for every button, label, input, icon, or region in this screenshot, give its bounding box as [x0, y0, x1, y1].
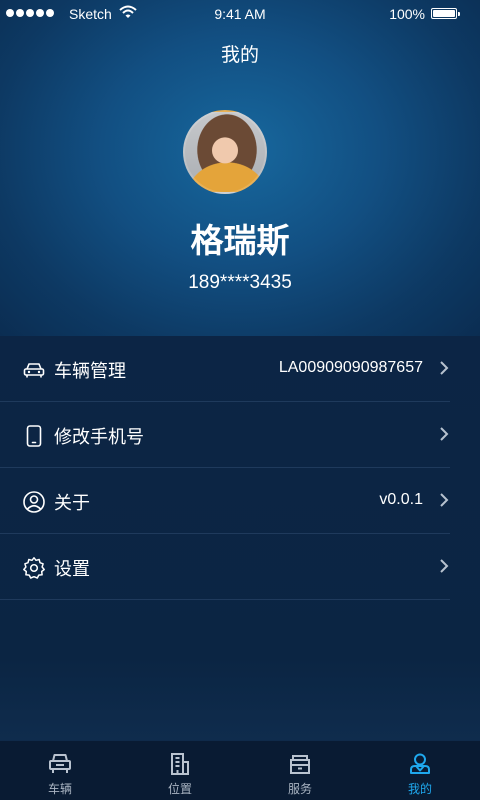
chevron-right-icon: [440, 559, 449, 573]
battery-icon: [431, 8, 460, 19]
user-name: 格瑞斯: [190, 221, 290, 260]
service-icon: [290, 755, 310, 774]
page-title: 我的: [220, 44, 259, 66]
tab-label: 服务: [287, 782, 312, 796]
user-circle-icon: [23, 491, 45, 513]
menu-item-label: 车辆管理: [54, 361, 126, 382]
avatar[interactable]: [183, 110, 267, 194]
tab-location[interactable]: 位置: [120, 741, 240, 800]
menu-item-label: 设置: [54, 559, 90, 580]
menu-item-settings[interactable]: 设置: [0, 534, 450, 600]
vehicle-vin-value: LA00909090987657: [278, 359, 423, 376]
tab-vehicle[interactable]: 车辆: [0, 741, 120, 800]
settings-menu: 车辆管理 LA00909090987657 修改手机号 关于 v0.0.1 设置: [0, 336, 480, 740]
menu-item-label: 关于: [54, 493, 90, 514]
gear-icon: [23, 557, 45, 579]
profile-header: Sketch 9:41 AM 100% 我的 格瑞斯 189****3435: [0, 0, 480, 336]
location-building-icon: [171, 753, 189, 775]
menu-item-vehicle-management[interactable]: 车辆管理 LA00909090987657: [0, 336, 450, 402]
status-bar: Sketch 9:41 AM 100%: [0, 0, 480, 28]
chevron-right-icon: [440, 493, 449, 507]
car-icon: [23, 363, 45, 378]
tab-service[interactable]: 服务: [240, 741, 360, 800]
menu-item-label: 修改手机号: [54, 427, 144, 448]
menu-item-change-phone[interactable]: 修改手机号: [0, 402, 450, 468]
tab-label: 我的: [407, 782, 432, 796]
phone-icon: [26, 425, 42, 447]
profile-icon: [410, 753, 430, 774]
user-phone: 189****3435: [188, 272, 292, 293]
chevron-right-icon: [440, 361, 449, 375]
menu-item-about[interactable]: 关于 v0.0.1: [0, 468, 450, 534]
chevron-right-icon: [440, 427, 449, 441]
vehicle-icon: [49, 754, 71, 773]
tab-mine[interactable]: 我的: [360, 741, 480, 800]
tab-label: 车辆: [47, 782, 72, 796]
battery-percentage: 100%: [389, 6, 425, 22]
app-version-value: v0.0.1: [379, 491, 423, 508]
tab-label: 位置: [167, 782, 192, 796]
tab-bar: 车辆 位置 服务 我的: [0, 740, 480, 800]
